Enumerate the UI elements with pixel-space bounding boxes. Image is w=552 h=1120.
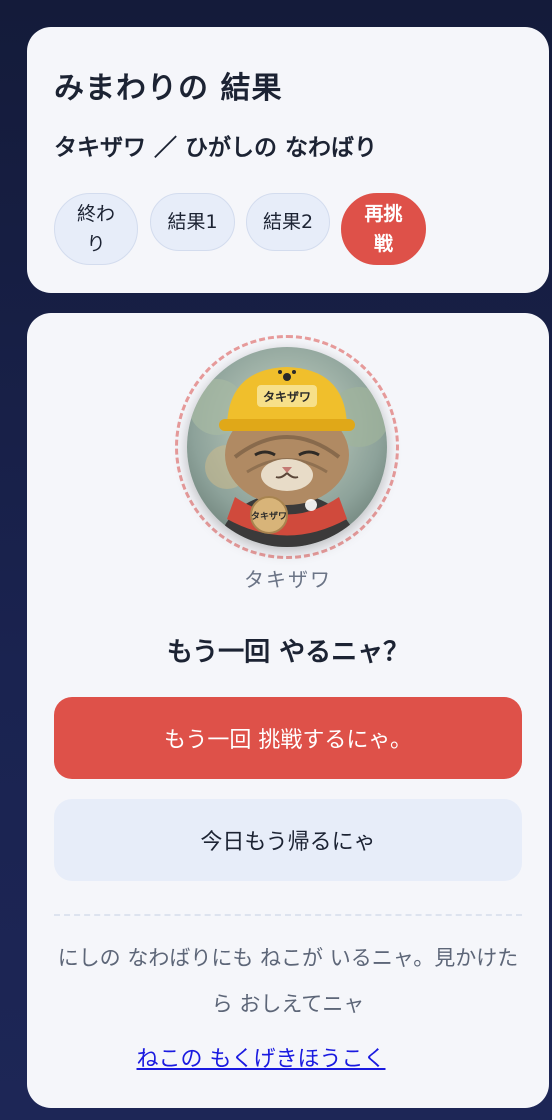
tab-result-1-label: 結果1 bbox=[167, 211, 218, 233]
tab-retry[interactable]: 再挑戦 bbox=[341, 193, 426, 265]
page-subtitle: タキザワ ／ ひがしの なわばり bbox=[54, 135, 378, 161]
retry-question: もう一回 やるニャ？ bbox=[166, 637, 410, 668]
retry-card: タキザワ タキザワ タキザワ もう一回 やるニャ？ もう一回 挑戦するにゃ。 今… bbox=[27, 313, 549, 1108]
cat-illustration: タキザワ タキザワ bbox=[189, 367, 387, 547]
tab-end-label: 終わり bbox=[76, 203, 115, 255]
sighting-report-link[interactable]: ねこの もくげきほうこく bbox=[137, 1047, 386, 1072]
go-home-button[interactable]: 今日もう帰るにゃ bbox=[54, 799, 522, 881]
tab-result-2[interactable]: 結果2 bbox=[246, 193, 330, 251]
page-title: みまわりの 結果 bbox=[54, 71, 283, 106]
avatar-name: タキザワ bbox=[244, 567, 332, 592]
report-link-wrapper: ねこの もくげきほうこく bbox=[0, 1041, 522, 1073]
info-note: にしの なわばりにも ねこが いるニャ。見かけたら おしえてニャ bbox=[57, 946, 519, 1016]
tab-result-2-label: 結果2 bbox=[262, 211, 314, 233]
tab-retry-label: 再挑戦 bbox=[364, 203, 403, 255]
tab-result-1[interactable]: 結果1 bbox=[150, 193, 235, 251]
divider bbox=[54, 914, 522, 916]
tag-label: タキザワ bbox=[251, 510, 287, 522]
result-header-card: みまわりの 結果 タキザワ ／ ひがしの なわばり 終わり 結果1 結果2 再挑… bbox=[27, 27, 549, 293]
retry-button[interactable]: もう一回 挑戦するにゃ。 bbox=[54, 697, 522, 779]
helmet-label: タキザワ bbox=[263, 390, 311, 404]
avatar: タキザワ タキザワ bbox=[187, 347, 387, 547]
tab-end[interactable]: 終わり bbox=[54, 193, 138, 265]
